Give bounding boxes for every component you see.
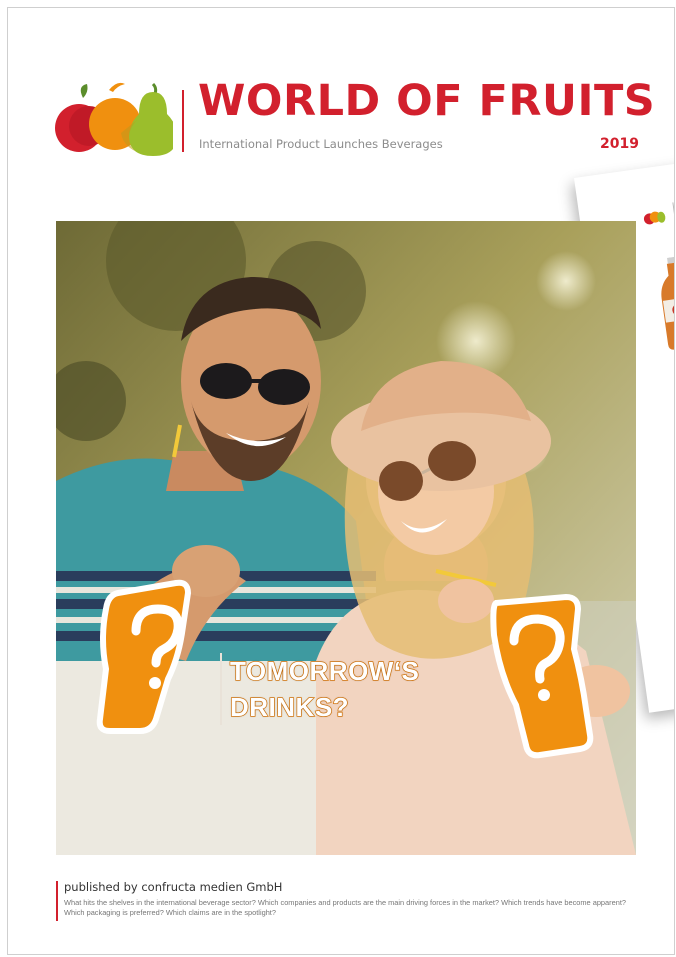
cover-photo	[56, 221, 636, 855]
cover-headline: TOMORROW‘S DRINKS?	[229, 653, 420, 725]
headline-divider	[220, 653, 222, 725]
brochure-page: IN WORLD OF FRUITS International Product…	[7, 7, 675, 955]
headline-line-2: DRINKS?	[229, 691, 350, 723]
edition-year: 2019	[600, 136, 639, 152]
page-subtitle: International Product Launches Beverages	[199, 137, 443, 151]
juice-bottle-image	[661, 256, 674, 350]
headline-line-1: TOMORROW‘S	[229, 655, 420, 687]
couple-drinking-illustration	[56, 221, 636, 855]
footer-divider	[56, 881, 58, 921]
fruits-logo-icon	[55, 82, 173, 156]
inner-page-rule	[672, 202, 674, 221]
page-title: WORLD OF FRUITS	[198, 76, 656, 126]
fruits-logo-small-icon	[643, 211, 666, 225]
header-divider	[182, 90, 184, 152]
publisher-line: published by confructa medien GmbH	[64, 880, 283, 894]
description-text: What hits the shelves in the internation…	[64, 898, 626, 917]
